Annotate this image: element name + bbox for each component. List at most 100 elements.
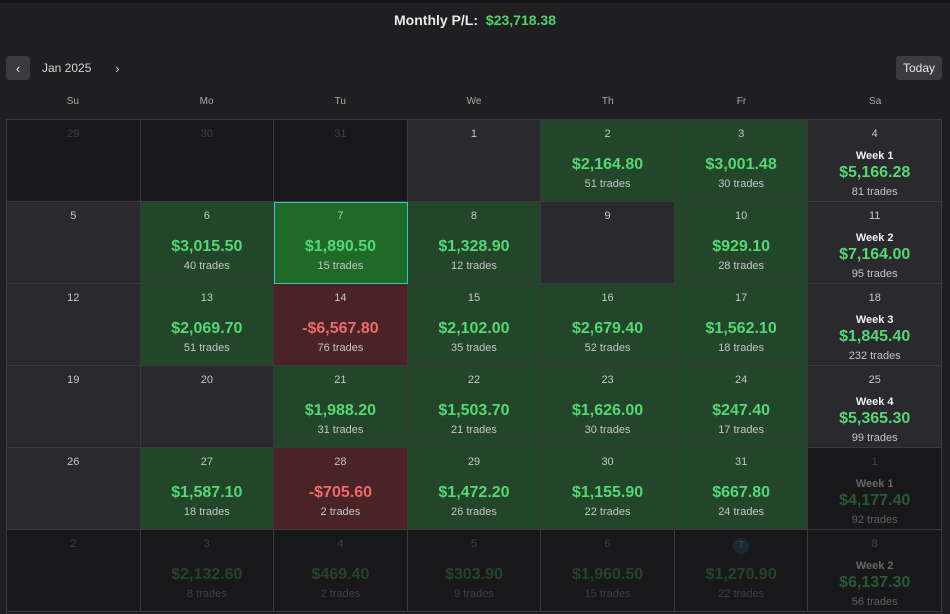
week-summary-cell[interactable]: 11 Week 2 $7,164.00 95 trades xyxy=(808,202,942,284)
day-trade-count: 18 trades xyxy=(183,506,230,518)
day-pl-amount: $1,328.90 xyxy=(438,238,510,255)
day-number: 15 xyxy=(408,292,541,304)
today-button[interactable]: Today xyxy=(896,56,942,80)
day-trade-count: 28 trades xyxy=(718,260,765,272)
day-number: 6 xyxy=(141,210,274,222)
day-cell[interactable]: 5 $303.90 9 trades xyxy=(407,530,542,612)
day-cell[interactable]: 13 $2,069.70 51 trades xyxy=(140,284,275,366)
day-cell[interactable]: 7 $1,270.90 22 trades xyxy=(674,530,809,612)
day-number-text: 12 xyxy=(67,292,80,304)
day-number-text: 29 xyxy=(67,128,80,140)
day-trade-count: 8 trades xyxy=(186,588,227,600)
day-cell[interactable]: 2 xyxy=(7,530,141,612)
day-trade-count: 22 trades xyxy=(584,506,631,518)
day-pl-amount: $3,015.50 xyxy=(171,238,243,255)
day-cell[interactable]: 22 $1,503.70 21 trades xyxy=(407,366,542,448)
day-trade-count: 31 trades xyxy=(317,424,364,436)
day-cell[interactable]: 7 $1,890.50 15 trades xyxy=(274,202,408,284)
day-number: 25 xyxy=(808,374,941,386)
day-cell[interactable]: 8 $1,328.90 12 trades xyxy=(407,202,542,284)
weekday-label: We xyxy=(466,96,482,107)
day-pl-amount: $2,102.00 xyxy=(438,320,510,337)
day-number-text: 1 xyxy=(470,128,478,140)
day-number: 16 xyxy=(541,292,674,304)
day-cell[interactable]: 15 $2,102.00 35 trades xyxy=(407,284,542,366)
day-number: 18 xyxy=(808,292,941,304)
week-summary-cell[interactable]: 8 Week 2 $6,137.30 56 trades xyxy=(808,530,942,612)
day-trade-count: 18 trades xyxy=(718,342,765,354)
week-trade-count: 56 trades xyxy=(851,596,898,608)
month-nav: ‹ Jan 2025 › xyxy=(6,56,125,80)
day-cell[interactable]: 30 $1,155.90 22 trades xyxy=(541,448,675,530)
day-cell[interactable]: 26 xyxy=(7,448,141,530)
day-number-text: 23 xyxy=(601,374,614,386)
day-pl-amount: $1,890.50 xyxy=(304,238,377,255)
day-cell[interactable]: 29 xyxy=(7,120,141,202)
day-number: 4 xyxy=(274,538,407,550)
day-number: 5 xyxy=(7,210,140,222)
day-trade-count: 52 trades xyxy=(584,342,631,354)
week-summary-cell[interactable]: 18 Week 3 $1,845.40 232 trades xyxy=(808,284,942,366)
day-cell[interactable]: 12 xyxy=(7,284,141,366)
day-cell[interactable]: 31 xyxy=(274,120,408,202)
day-number: 17 xyxy=(675,292,808,304)
day-cell[interactable]: 6 $3,015.50 40 trades xyxy=(140,202,275,284)
day-number: 7 xyxy=(675,538,808,554)
day-trade-count: 22 trades xyxy=(718,588,765,600)
day-cell[interactable]: 27 $1,587.10 18 trades xyxy=(140,448,275,530)
week-summary-cell[interactable]: 4 Week 1 $5,166.28 81 trades xyxy=(808,120,942,202)
day-number: 1 xyxy=(808,456,941,468)
day-cell[interactable]: 31 $667.80 24 trades xyxy=(674,448,809,530)
day-number: 11 xyxy=(808,210,941,222)
day-cell[interactable]: 20 xyxy=(140,366,275,448)
day-number-text: 20 xyxy=(200,374,213,386)
day-cell[interactable]: 28 -$705.60 2 trades xyxy=(274,448,408,530)
day-cell[interactable]: 17 $1,562.10 18 trades xyxy=(674,284,809,366)
day-cell[interactable]: 19 xyxy=(7,366,141,448)
day-cell[interactable]: 3 $2,132.60 8 trades xyxy=(140,530,275,612)
day-cell[interactable]: 6 $1,960.50 15 trades xyxy=(541,530,675,612)
week-summary-cell[interactable]: 25 Week 4 $5,365.30 99 trades xyxy=(808,366,942,448)
day-trade-count: 26 trades xyxy=(451,506,497,518)
day-number-text: 5 xyxy=(470,538,478,550)
day-cell[interactable]: 16 $2,679.40 52 trades xyxy=(541,284,675,366)
day-number-text: 29 xyxy=(467,456,481,468)
day-pl-amount: $1,472.20 xyxy=(438,484,510,501)
prev-month-button[interactable]: ‹ xyxy=(6,56,30,80)
weekday-label: Su xyxy=(66,96,79,107)
day-number-text: 31 xyxy=(735,456,748,468)
day-number-text: 4 xyxy=(871,128,878,140)
weekday-header: Su Mo Tu We Th Fr Sa xyxy=(6,96,942,112)
day-trade-count: 30 trades xyxy=(584,424,631,436)
day-trade-count: 12 trades xyxy=(451,260,497,272)
day-pl-amount: $2,069.70 xyxy=(171,320,243,337)
day-cell[interactable]: 1 xyxy=(407,120,542,202)
day-number-text: 3 xyxy=(203,538,210,550)
day-cell[interactable]: 29 $1,472.20 26 trades xyxy=(407,448,542,530)
day-number-text: 13 xyxy=(200,292,213,304)
day-cell[interactable]: 30 xyxy=(140,120,275,202)
day-cell[interactable]: 2 $2,164.80 51 trades xyxy=(541,120,675,202)
day-number-text: 30 xyxy=(200,128,213,140)
day-cell[interactable]: 9 xyxy=(541,202,675,284)
day-pl-amount: $1,587.10 xyxy=(171,484,243,501)
day-number-text: 19 xyxy=(67,374,80,386)
week-summary-cell[interactable]: 1 Week 1 $4,177.40 92 trades xyxy=(808,448,942,530)
day-cell[interactable]: 14 -$6,567.80 76 trades xyxy=(274,284,408,366)
day-number-text: 5 xyxy=(70,210,77,222)
day-cell[interactable]: 4 $469.40 2 trades xyxy=(274,530,408,612)
day-number-text: 2 xyxy=(604,128,611,140)
day-cell[interactable]: 21 $1,988.20 31 trades xyxy=(274,366,408,448)
day-pl-amount: $1,503.70 xyxy=(438,402,510,419)
day-cell[interactable]: 23 $1,626.00 30 trades xyxy=(541,366,675,448)
weekday-label: Mo xyxy=(199,96,214,107)
day-cell[interactable]: 3 $3,001.48 30 trades xyxy=(674,120,809,202)
next-month-button[interactable]: › xyxy=(109,56,125,80)
day-pl-amount: $3,001.48 xyxy=(705,156,777,173)
day-cell[interactable]: 10 $929.10 28 trades xyxy=(674,202,809,284)
day-number: 29 xyxy=(7,128,140,140)
day-number: 31 xyxy=(675,456,808,468)
day-cell[interactable]: 24 $247.40 17 trades xyxy=(674,366,809,448)
day-cell[interactable]: 5 xyxy=(7,202,141,284)
day-number: 29 xyxy=(408,456,541,468)
